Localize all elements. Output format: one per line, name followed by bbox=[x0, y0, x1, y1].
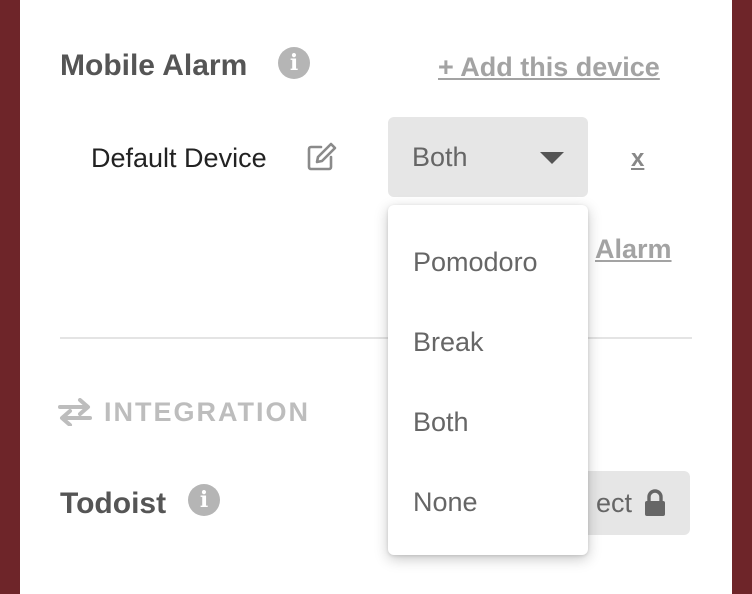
integration-heading: INTEGRATION bbox=[104, 397, 310, 427]
test-alarm-link[interactable]: Alarm bbox=[595, 232, 672, 266]
caret-down-icon bbox=[540, 152, 564, 164]
select-value: Both bbox=[412, 142, 468, 172]
edit-icon[interactable] bbox=[305, 141, 337, 173]
add-device-link[interactable]: + Add this device bbox=[438, 50, 660, 84]
section-divider bbox=[60, 337, 692, 339]
dropdown-option-pomodoro[interactable]: Pomodoro bbox=[388, 222, 588, 302]
dropdown-option-break[interactable]: Break bbox=[388, 302, 588, 382]
info-icon[interactable]: i bbox=[188, 484, 220, 516]
dropdown-option-none[interactable]: None bbox=[388, 462, 588, 542]
remove-device-link[interactable]: x bbox=[631, 143, 644, 175]
todoist-title: Todoist bbox=[60, 487, 167, 520]
connect-label: ect bbox=[595, 488, 632, 518]
info-icon[interactable]: i bbox=[278, 47, 310, 79]
arrows-exchange-icon bbox=[58, 398, 92, 426]
device-name: Default Device bbox=[91, 143, 267, 173]
alarm-type-dropdown: Pomodoro Break Both None bbox=[388, 205, 588, 555]
alarm-type-select[interactable]: Both bbox=[388, 117, 588, 197]
dropdown-option-both[interactable]: Both bbox=[388, 382, 588, 462]
mobile-alarm-title: Mobile Alarm bbox=[60, 49, 248, 82]
settings-panel: Mobile Alarm i + Add this device Default… bbox=[20, 0, 732, 594]
lock-icon bbox=[645, 489, 665, 516]
